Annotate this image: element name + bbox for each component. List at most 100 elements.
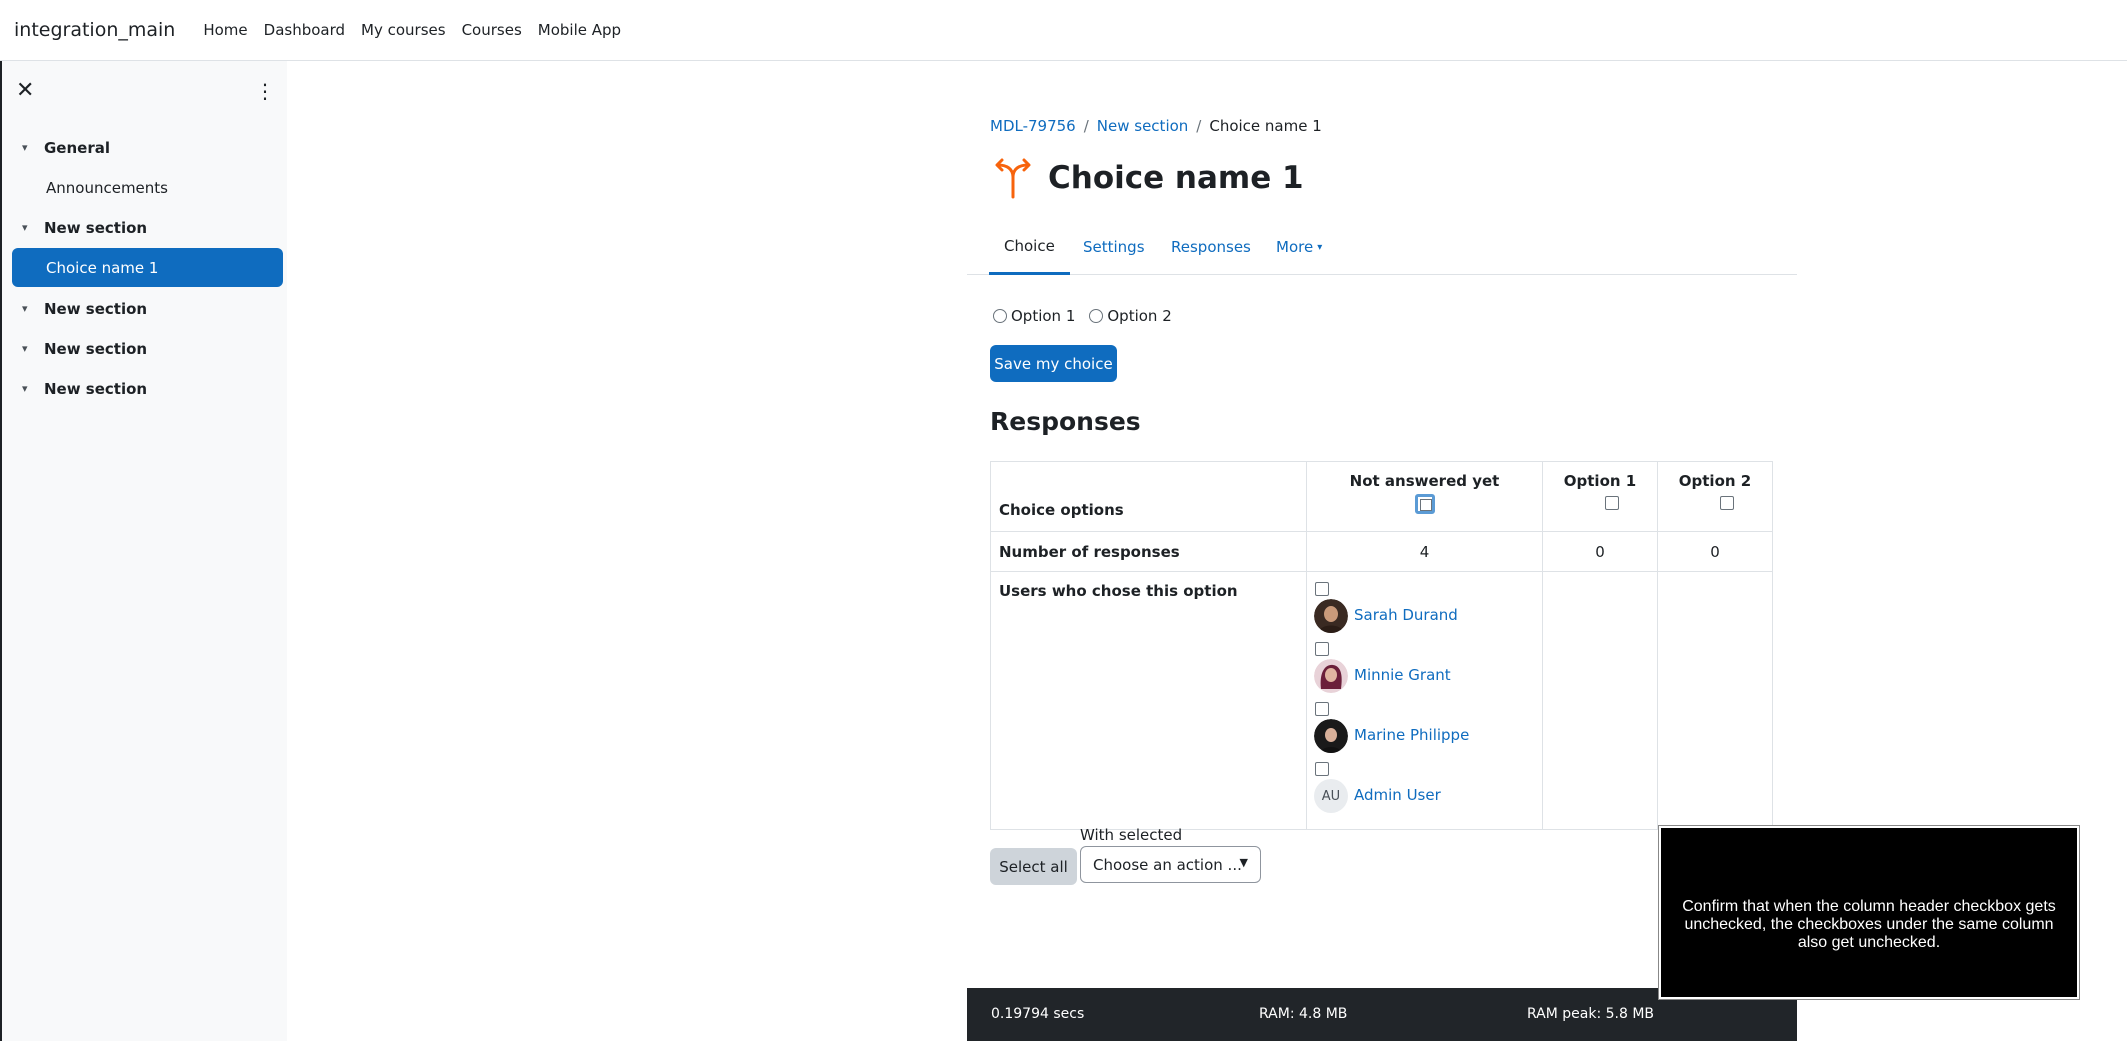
avatar[interactable] (1314, 659, 1348, 693)
drawer-section-new-section-4[interactable]: ▾ New section (12, 369, 283, 408)
breadcrumb-current: Choice name 1 (1209, 117, 1322, 135)
drawer-section-new-section-1[interactable]: ▾ New section (12, 208, 283, 247)
choice-activity-icon (995, 158, 1031, 199)
avatar[interactable]: AU (1314, 779, 1348, 813)
chevron-down-icon[interactable]: ▾ (22, 141, 42, 154)
drawer-section-new-section-3[interactable]: ▾ New section (12, 329, 283, 368)
user-link[interactable]: Marine Philippe (1354, 726, 1469, 744)
response-count: 0 (1542, 531, 1658, 572)
user-checkbox[interactable] (1315, 582, 1329, 596)
column-option-1: Option 1 (1542, 461, 1658, 532)
breadcrumb-separator: / (1083, 117, 1089, 135)
chevron-down-icon: ▾ (1317, 241, 1323, 253)
site-brand[interactable]: integration_main (14, 19, 175, 41)
breadcrumb: MDL-79756 / New section / Choice name 1 (990, 117, 1322, 135)
select-all-button[interactable]: Select all (990, 848, 1077, 885)
nav-my-courses[interactable]: My courses (361, 21, 446, 39)
column-header-label: Option 2 (1678, 472, 1752, 490)
page-header: Choice name 1 (990, 155, 1304, 201)
users-cell: Sarah Durand Minnie Grant Marine Philipp… (1306, 571, 1543, 830)
avatar[interactable] (1314, 719, 1348, 753)
chevron-down-icon[interactable]: ▾ (22, 302, 42, 315)
avatar[interactable] (1314, 599, 1348, 633)
drawer-item-announcements[interactable]: Announcements (12, 168, 283, 207)
chevron-down-icon[interactable]: ▾ (22, 342, 42, 355)
response-count: 0 (1657, 531, 1773, 572)
drawer-item-label: New section (44, 218, 148, 237)
breadcrumb-separator: / (1196, 117, 1202, 135)
list-item: Marine Philippe (1307, 702, 1542, 762)
column-option-2: Option 2 (1657, 461, 1773, 532)
chevron-down-icon[interactable]: ▾ (22, 221, 42, 234)
select-column-checkbox[interactable] (1720, 496, 1734, 510)
users-cell (1657, 571, 1773, 830)
column-not-answered: Not answered yet (1306, 461, 1543, 532)
select-column-checkbox[interactable] (1414, 494, 1435, 514)
footer-ram: RAM: 4.8 MB (1259, 1006, 1348, 1022)
kebab-menu-icon[interactable]: ⋮ (255, 79, 275, 103)
drawer-section-new-section-2[interactable]: ▾ New section (12, 289, 283, 328)
option-2-radio[interactable] (1089, 309, 1104, 323)
drawer-item-label: New section (44, 339, 148, 358)
list-item: Minnie Grant (1307, 642, 1542, 702)
column-header-label: Option 1 (1563, 472, 1637, 490)
user-link[interactable]: Admin User (1354, 786, 1441, 804)
column-header-label: Not answered yet (1349, 472, 1500, 490)
option-1-radio[interactable] (993, 309, 1007, 323)
nav-mobile-app[interactable]: Mobile App (538, 21, 621, 39)
breadcrumb-section[interactable]: New section (1097, 117, 1189, 135)
drawer-item-choice-name-1[interactable]: Choice name 1 (12, 248, 283, 287)
user-link[interactable]: Minnie Grant (1354, 666, 1451, 684)
drawer-item-label: Choice name 1 (46, 258, 159, 277)
close-icon[interactable]: ✕ (16, 79, 34, 103)
chevron-down-icon: ▼ (1239, 856, 1248, 869)
list-item: AU Admin User (1307, 762, 1542, 822)
footer-ram-peak: RAM peak: 5.8 MB (1527, 1006, 1655, 1022)
breadcrumb-course[interactable]: MDL-79756 (990, 117, 1076, 135)
row-label-choice-options: Choice options (990, 461, 1307, 532)
user-checkbox[interactable] (1315, 762, 1329, 776)
tab-more[interactable]: More ▾ (1276, 219, 1322, 275)
nav-home[interactable]: Home (203, 21, 247, 39)
user-link[interactable]: Sarah Durand (1354, 606, 1458, 624)
row-label-users: Users who chose this option (990, 571, 1307, 830)
drawer-header: ✕ ⋮ (16, 79, 275, 104)
course-index-drawer: ✕ ⋮ ▾ General Announcements ▾ New sectio… (0, 61, 287, 1041)
save-choice-button[interactable]: Save my choice (990, 345, 1117, 382)
drawer-section-general[interactable]: ▾ General (12, 128, 283, 167)
option-2-label[interactable]: Option 2 (1107, 307, 1171, 325)
footer-time: 0.19794 secs (991, 1006, 1085, 1022)
action-select-value: Choose an action ... (1093, 855, 1242, 874)
users-cell (1542, 571, 1658, 830)
table-row: Number of responses 4 0 0 (990, 531, 1773, 572)
drawer-item-label: New section (44, 299, 148, 318)
drawer-item-label: New section (44, 379, 148, 398)
instruction-overlay: Confirm that when the column header chec… (1659, 826, 2079, 999)
page-title: Choice name 1 (1048, 160, 1304, 196)
tab-choice[interactable]: Choice (989, 219, 1070, 275)
responses-heading: Responses (990, 407, 1141, 436)
user-checkbox[interactable] (1315, 702, 1329, 716)
top-navbar: integration_main Home Dashboard My cours… (0, 0, 2127, 61)
nav-dashboard[interactable]: Dashboard (264, 21, 345, 39)
action-select[interactable]: Choose an action ... ▼ (1080, 846, 1261, 883)
with-selected-label: With selected (1080, 826, 1183, 844)
responses-table: Choice options Not answered yet Option 1… (990, 461, 1773, 830)
list-item: Sarah Durand (1307, 582, 1542, 642)
tab-more-label: More (1276, 238, 1314, 256)
tab-responses[interactable]: Responses (1171, 219, 1251, 275)
drawer-item-label: General (44, 138, 110, 157)
activity-tabs: Choice Settings Responses More ▾ (967, 219, 1797, 275)
row-label-number-of-responses: Number of responses (990, 531, 1307, 572)
chevron-down-icon[interactable]: ▾ (22, 382, 42, 395)
user-checkbox[interactable] (1315, 642, 1329, 656)
choice-options: Option 1 Option 2 (993, 307, 1186, 325)
nav-courses[interactable]: Courses (462, 21, 522, 39)
table-row: Users who chose this option Sarah Durand (990, 571, 1773, 830)
option-1-label[interactable]: Option 1 (1011, 307, 1075, 325)
tab-settings[interactable]: Settings (1083, 219, 1145, 275)
response-count: 4 (1306, 531, 1543, 572)
select-column-checkbox[interactable] (1605, 496, 1619, 510)
drawer-item-label: Announcements (46, 178, 168, 197)
table-row: Choice options Not answered yet Option 1… (990, 461, 1773, 532)
